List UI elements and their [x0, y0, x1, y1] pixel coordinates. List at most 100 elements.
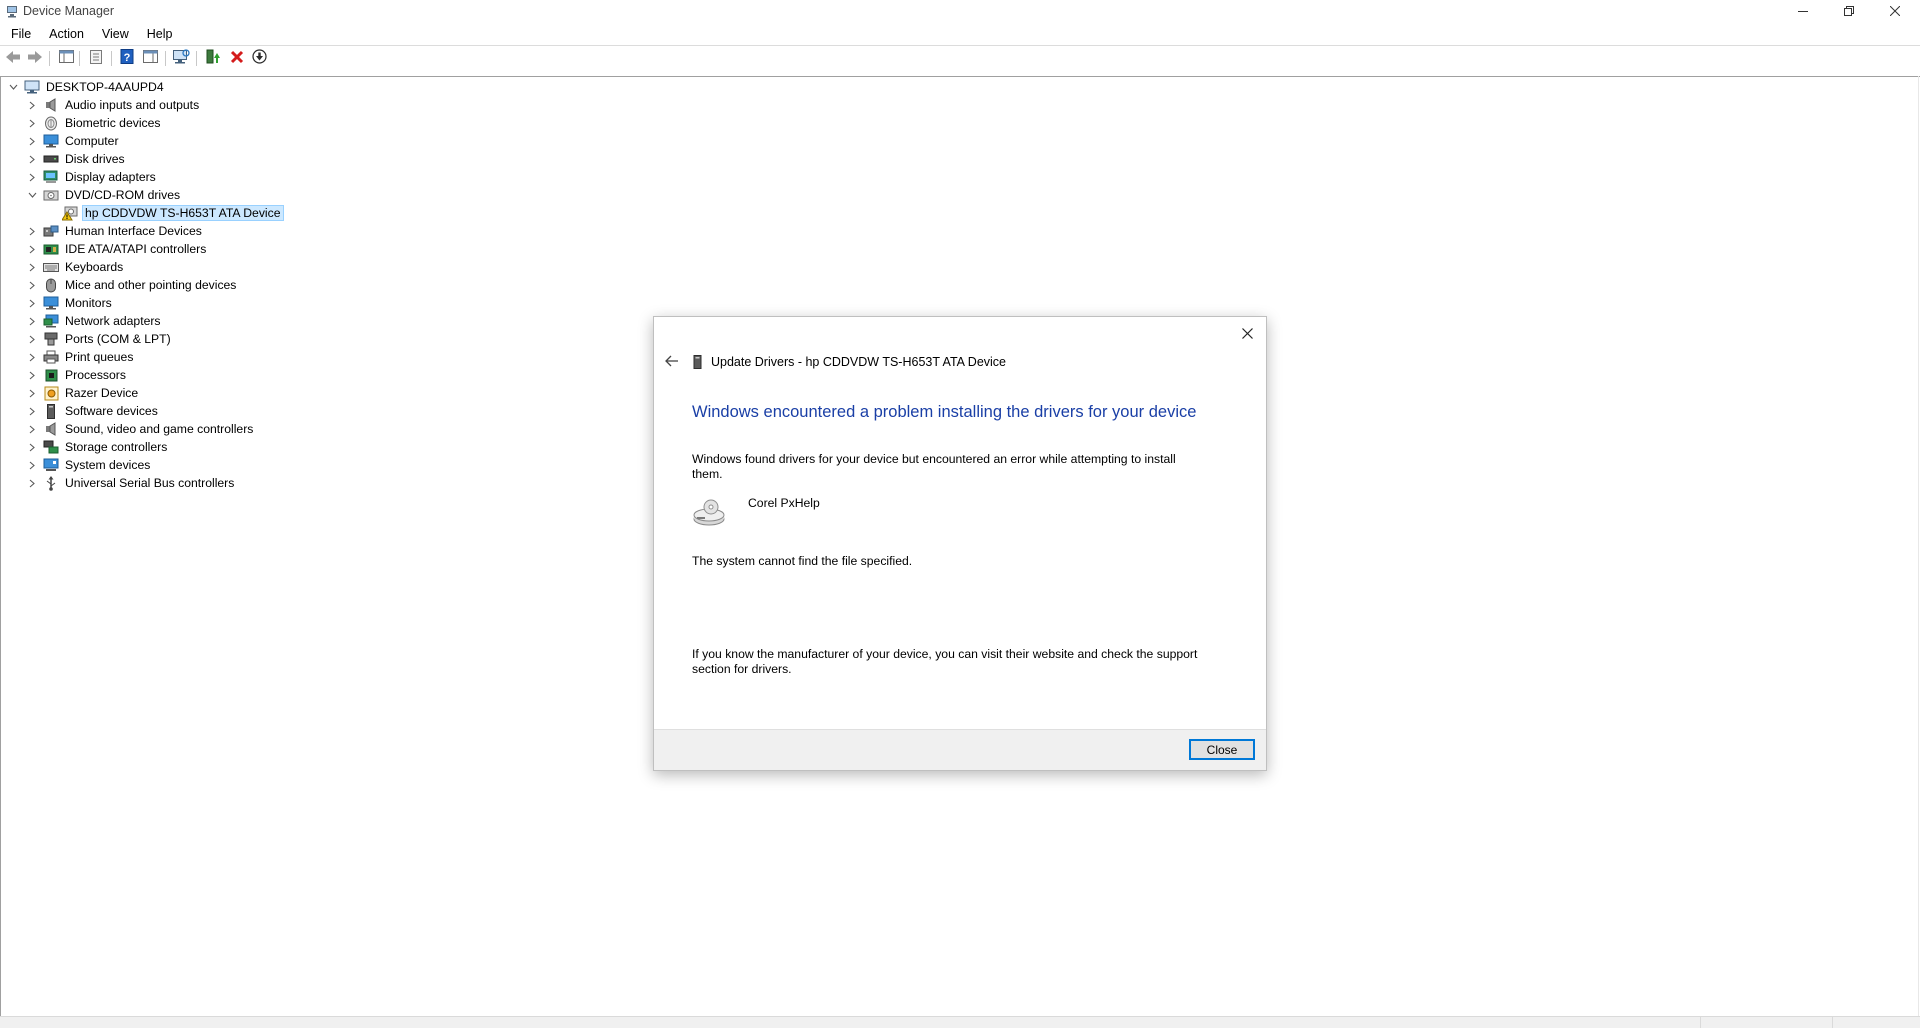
tree-item-universal-serial-bus-controllers[interactable]: Universal Serial Bus controllers: [25, 474, 236, 492]
printer-icon: [43, 349, 59, 365]
close-button[interactable]: Close: [1189, 739, 1255, 760]
toolbar-separator: [196, 51, 197, 66]
dialog-header-title: Update Drivers - hp CDDVDW TS-H653T ATA …: [711, 355, 1006, 369]
minimize-icon: [1798, 6, 1808, 16]
status-separator: [1832, 1017, 1833, 1028]
pane-edge: [1918, 76, 1919, 1016]
tree-item-human-interface-devices[interactable]: Human Interface Devices: [25, 222, 204, 240]
storage-controller-icon: [43, 439, 59, 455]
menu-view[interactable]: View: [92, 24, 137, 44]
tree-item-storage-controllers[interactable]: Storage controllers: [25, 438, 169, 456]
tree-item-ports-com-lpt[interactable]: Ports (COM & LPT): [25, 330, 173, 348]
sound-icon: [43, 421, 59, 437]
tree-item-monitors[interactable]: Monitors: [25, 294, 114, 312]
scan-hardware-button[interactable]: [172, 49, 190, 67]
tree-item-keyboards[interactable]: Keyboards: [25, 258, 125, 276]
tree-item-label: DVD/CD-ROM drives: [65, 188, 181, 202]
chevron-right-icon[interactable]: [25, 242, 39, 256]
minimize-button[interactable]: [1780, 0, 1826, 22]
chevron-right-icon[interactable]: [25, 134, 39, 148]
chevron-right-icon[interactable]: [25, 350, 39, 364]
chevron-right-icon[interactable]: [25, 296, 39, 310]
chevron-right-icon[interactable]: [25, 152, 39, 166]
chevron-right-icon[interactable]: [25, 476, 39, 490]
tree-item-processors[interactable]: Processors: [25, 366, 128, 384]
menu-file[interactable]: File: [0, 24, 39, 44]
chevron-right-icon[interactable]: [25, 422, 39, 436]
tree-item-label: hp CDDVDW TS-H653T ATA Device: [82, 205, 284, 221]
update-driver-button[interactable]: [204, 49, 222, 67]
tree-item-label: Monitors: [65, 296, 112, 310]
tree-item-software-devices[interactable]: Software devices: [25, 402, 160, 420]
close-icon: [1890, 6, 1900, 16]
tree-item-mice-and-other-pointing-devices[interactable]: Mice and other pointing devices: [25, 276, 238, 294]
properties-button[interactable]: [87, 49, 105, 67]
chevron-right-icon[interactable]: [25, 224, 39, 238]
close-icon: [1241, 328, 1253, 342]
chevron-right-icon[interactable]: [25, 368, 39, 382]
disable-device-button[interactable]: [250, 49, 268, 67]
update-driver-icon: [206, 49, 221, 67]
tree-item-label: Computer: [65, 134, 119, 148]
back-button[interactable]: [4, 49, 22, 67]
tree-item-ide-ata-atapi-controllers[interactable]: IDE ATA/ATAPI controllers: [25, 240, 208, 258]
tree-item-print-queues[interactable]: Print queues: [25, 348, 135, 366]
tree-item-biometric-devices[interactable]: Biometric devices: [25, 114, 163, 132]
disk-drive-icon: [43, 151, 59, 167]
restore-button[interactable]: [1826, 0, 1872, 22]
help-button[interactable]: ?: [118, 49, 136, 67]
tree-item-display-adapters[interactable]: Display adapters: [25, 168, 158, 186]
tree-item-label: IDE ATA/ATAPI controllers: [65, 242, 207, 256]
action-pane-icon: [142, 50, 158, 66]
forward-button[interactable]: [26, 49, 44, 67]
chevron-right-icon[interactable]: [25, 440, 39, 454]
device-header-icon: [693, 355, 702, 369]
root-computer-icon: [24, 79, 40, 95]
tree-item-razer-device[interactable]: Razer Device: [25, 384, 140, 402]
port-icon: [43, 331, 59, 347]
driver-package-icon: [692, 497, 726, 527]
dialog-error-text: The system cannot find the file specifie…: [692, 554, 913, 568]
close-window-button[interactable]: [1872, 0, 1918, 22]
chevron-right-icon[interactable]: [25, 332, 39, 346]
tree-item-desktop-4aaupd4[interactable]: DESKTOP-4AAUPD4: [6, 78, 166, 96]
network-adapter-icon: [43, 313, 59, 329]
menu-help[interactable]: Help: [137, 24, 181, 44]
chevron-right-icon[interactable]: [25, 260, 39, 274]
tree-item-system-devices[interactable]: System devices: [25, 456, 152, 474]
chevron-right-icon[interactable]: [25, 386, 39, 400]
chevron-right-icon[interactable]: [25, 314, 39, 328]
tree-item-hp-cddvdw-ts-h653t-ata-device[interactable]: hp CDDVDW TS-H653T ATA Device: [44, 204, 284, 222]
monitor-icon: [43, 295, 59, 311]
display-adapter-icon: [43, 169, 59, 185]
menu-action[interactable]: Action: [39, 24, 92, 44]
tree-item-sound-video-and-game-controllers[interactable]: Sound, video and game controllers: [25, 420, 255, 438]
tree-item-network-adapters[interactable]: Network adapters: [25, 312, 163, 330]
action-pane-button[interactable]: [141, 49, 159, 67]
uninstall-device-button[interactable]: [228, 49, 246, 67]
dialog-back-button[interactable]: [662, 353, 682, 371]
speaker-icon: [43, 97, 59, 113]
svg-text:?: ?: [124, 52, 131, 64]
tree-item-label: Ports (COM & LPT): [65, 332, 171, 346]
window-title: Device Manager: [23, 4, 115, 18]
chevron-down-icon[interactable]: [25, 188, 39, 202]
chevron-right-icon[interactable]: [25, 404, 39, 418]
hid-icon: [43, 223, 59, 239]
tree-item-disk-drives[interactable]: Disk drives: [25, 150, 127, 168]
chevron-right-icon[interactable]: [25, 278, 39, 292]
chevron-down-icon[interactable]: [6, 80, 20, 94]
chevron-right-icon[interactable]: [25, 170, 39, 184]
show-hide-console-tree-button[interactable]: [57, 49, 75, 67]
chevron-right-icon[interactable]: [25, 98, 39, 112]
title-bar: Device Manager: [0, 0, 1920, 24]
chevron-right-icon[interactable]: [25, 458, 39, 472]
tree-item-audio-inputs-and-outputs[interactable]: Audio inputs and outputs: [25, 96, 201, 114]
tree-item-computer[interactable]: Computer: [25, 132, 121, 150]
tree-item-label: Biometric devices: [65, 116, 161, 130]
tree-item-dvd-cd-rom-drives[interactable]: DVD/CD-ROM drives: [25, 186, 182, 204]
chevron-right-icon[interactable]: [25, 116, 39, 130]
help-icon: ?: [120, 49, 134, 67]
dialog-close-button[interactable]: [1234, 323, 1260, 347]
toolbar-separator: [79, 51, 80, 66]
